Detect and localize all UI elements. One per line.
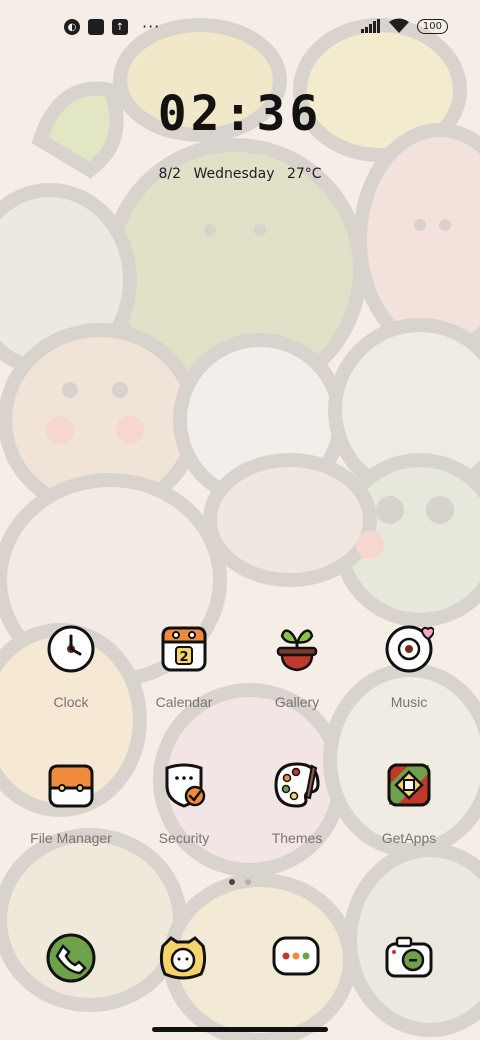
- app-clock[interactable]: Clock: [16, 624, 126, 710]
- date-weather-row[interactable]: 8/2 Wednesday 27°C: [0, 166, 480, 182]
- more-notifications-icon: ···: [142, 17, 161, 36]
- page-dot-active[interactable]: [229, 879, 235, 885]
- dock-chat[interactable]: [270, 932, 322, 984]
- home-indicator-bar[interactable]: [152, 1027, 328, 1032]
- app-label: Themes: [271, 830, 323, 846]
- signal-icon: [360, 19, 380, 33]
- dock-phone[interactable]: [45, 932, 97, 984]
- app-label: Gallery: [274, 694, 320, 710]
- clock-widget-time[interactable]: 02:36: [0, 86, 480, 142]
- getapps-icon: [387, 763, 431, 807]
- app-getapps[interactable]: GetApps: [354, 760, 464, 846]
- shield-check-icon: [165, 763, 206, 808]
- phone-icon: [46, 933, 96, 983]
- app-label: Calendar: [155, 694, 213, 710]
- app-gallery[interactable]: Gallery: [242, 624, 352, 710]
- app-themes[interactable]: Themes: [242, 760, 352, 846]
- square-icon: [88, 19, 104, 35]
- dock-messages[interactable]: [157, 932, 209, 984]
- page-dot[interactable]: [245, 879, 251, 885]
- plant-pot-icon: [276, 629, 318, 672]
- app-label: File Manager: [30, 830, 112, 846]
- camera-icon: [385, 936, 433, 978]
- messages-character-icon: [159, 936, 207, 980]
- app-label: Security: [158, 830, 210, 846]
- battery-icon: 100: [416, 18, 448, 34]
- folder-icon: [48, 764, 94, 808]
- temperature-text: 27°C: [286, 166, 322, 182]
- calendar-icon: 2: [161, 626, 207, 672]
- app-music[interactable]: Music: [354, 624, 464, 710]
- calendar-day-badge: 2: [179, 650, 188, 665]
- status-bar: ◐ ↑ ··· 100: [0, 0, 480, 56]
- date-text: 8/2: [158, 166, 181, 182]
- app-label: Clock: [53, 694, 89, 710]
- app-label: Music: [390, 694, 428, 710]
- upload-icon: ↑: [112, 19, 128, 35]
- app-label: GetApps: [381, 830, 437, 846]
- palette-icon: [274, 762, 320, 808]
- chat-bubble-icon: [272, 936, 320, 976]
- app-notification-icon: ◐: [64, 19, 80, 35]
- music-record-icon: [385, 625, 436, 673]
- dock-camera[interactable]: [383, 932, 435, 984]
- app-file-manager[interactable]: File Manager: [16, 760, 126, 846]
- page-indicator[interactable]: [0, 879, 480, 885]
- wifi-icon: [388, 18, 409, 33]
- app-security[interactable]: Security: [129, 760, 239, 846]
- clock-icon: [47, 625, 95, 673]
- weekday-text: Wednesday: [193, 166, 275, 182]
- app-calendar[interactable]: 2 Calendar: [129, 624, 239, 710]
